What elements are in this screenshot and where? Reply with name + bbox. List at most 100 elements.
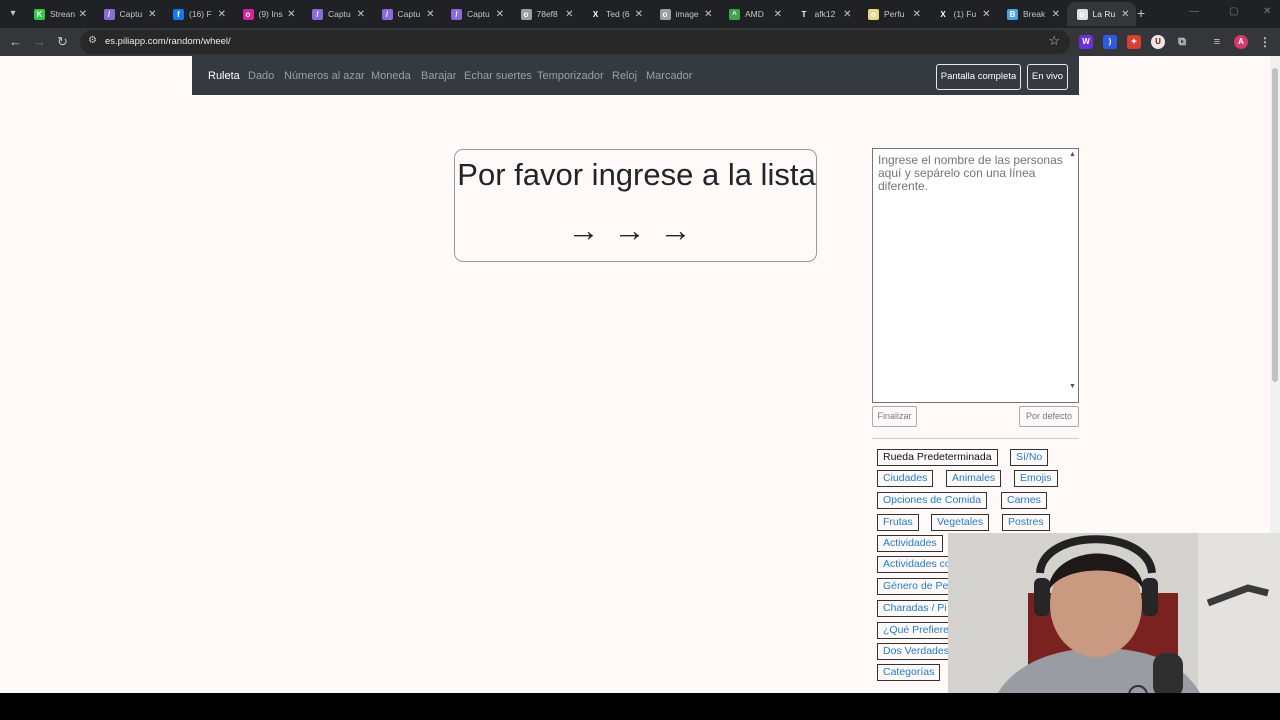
tab-favicon-icon: o <box>242 8 254 20</box>
browser-tab[interactable]: X Ted (6 ✕ <box>580 2 649 26</box>
extension-icon[interactable]: ) <box>1103 35 1117 49</box>
tab-title: Ted (6 <box>606 9 630 19</box>
taskbar <box>0 693 1280 720</box>
preset-button[interactable]: Ciudades <box>877 470 934 487</box>
nav-link-marcador[interactable]: Marcador <box>646 70 692 82</box>
nav-link-dado[interactable]: Dado <box>248 70 274 82</box>
scroll-up-icon[interactable]: ▲ <box>1069 151 1076 158</box>
maximize-icon[interactable]: ▢ <box>1229 6 1238 17</box>
browser-tab[interactable]: X (1) Fu ✕ <box>928 2 997 26</box>
preset-button[interactable]: Sí/No <box>1010 449 1049 466</box>
tab-favicon-icon: / <box>312 8 323 20</box>
browser-tab[interactable]: / Captu ✕ <box>441 2 510 26</box>
extension-icon[interactable]: W <box>1079 35 1093 49</box>
tab-close-icon[interactable]: ✕ <box>496 9 504 20</box>
tab-close-icon[interactable]: ✕ <box>565 9 573 20</box>
browser-tab[interactable]: o image ✕ <box>650 2 719 26</box>
live-button[interactable]: En vivo <box>1027 64 1068 90</box>
preset-button[interactable]: Categorías <box>877 664 941 681</box>
browser-tab[interactable]: K Strean ✕ <box>24 2 93 26</box>
reload-icon[interactable]: ↻ <box>57 34 68 50</box>
tab-search-icon[interactable]: ▾ <box>4 5 22 23</box>
minimize-icon[interactable]: — <box>1189 6 1199 17</box>
preset-button[interactable]: Postres <box>1002 514 1050 531</box>
tab-close-icon[interactable]: ✕ <box>148 9 156 20</box>
finish-button[interactable]: Finalizar <box>872 406 917 427</box>
tab-favicon-icon: o <box>868 8 879 20</box>
tab-close-icon[interactable]: ✕ <box>982 9 990 20</box>
nav-link-reloj[interactable]: Reloj <box>612 70 637 82</box>
preset-button[interactable]: Frutas <box>877 514 919 531</box>
scroll-down-icon[interactable]: ▼ <box>1069 383 1076 390</box>
forward-icon[interactable]: → <box>33 34 46 50</box>
page-scrollbar-thumb[interactable] <box>1272 68 1278 382</box>
preset-button[interactable]: Carnes <box>1001 492 1047 509</box>
tab-close-icon[interactable]: ✕ <box>1121 9 1129 20</box>
browser-tab[interactable]: / Captu ✕ <box>94 2 163 26</box>
new-tab-button[interactable]: + <box>1137 5 1145 21</box>
nav-link-moneda[interactable]: Moneda <box>371 70 411 82</box>
extensions-puzzle-icon[interactable]: ⧉ <box>1175 35 1189 49</box>
profile-avatar[interactable]: A <box>1234 35 1248 49</box>
bookmark-star-icon[interactable]: ☆ <box>1048 33 1060 49</box>
tab-close-icon[interactable]: ✕ <box>1052 9 1060 20</box>
nav-link-echar-suertes[interactable]: Echar suertes <box>464 70 532 82</box>
tab-title: Captu <box>397 9 421 19</box>
reading-list-icon[interactable]: ≡ <box>1210 35 1224 49</box>
preset-button[interactable]: Opciones de Comida <box>877 492 988 509</box>
default-button[interactable]: Por defecto <box>1019 406 1079 427</box>
preset-button[interactable]: Rueda Predeterminada <box>877 449 998 466</box>
tab-close-icon[interactable]: ✕ <box>913 9 921 20</box>
preset-button[interactable]: Emojis <box>1014 470 1058 487</box>
names-input[interactable] <box>872 148 1079 403</box>
back-icon[interactable]: ← <box>9 34 22 50</box>
nav-link-barajar[interactable]: Barajar <box>421 70 456 82</box>
browser-tab[interactable]: o 78ef8 ✕ <box>511 2 580 26</box>
url-text: es.piliapp.com/random/wheel/ <box>105 36 231 47</box>
fullscreen-button[interactable]: Pantalla completa <box>936 64 1021 90</box>
close-window-icon[interactable]: ✕ <box>1263 6 1271 17</box>
preset-button[interactable]: Actividades co <box>877 556 957 573</box>
browser-tab[interactable]: o Perfu ✕ <box>858 2 927 26</box>
webcam-person-image <box>948 533 1280 720</box>
tab-close-icon[interactable]: ✕ <box>704 9 712 20</box>
nav-link-ruleta[interactable]: Ruleta <box>208 70 240 82</box>
extension-icon[interactable]: ✦ <box>1127 35 1141 49</box>
tab-close-icon[interactable]: ✕ <box>843 9 851 20</box>
ublock-icon[interactable]: U <box>1151 35 1165 49</box>
tab-close-icon[interactable]: ✕ <box>774 9 782 20</box>
tab-title: 78ef8 <box>536 9 558 19</box>
tab-title: afk12 <box>814 9 836 19</box>
divider <box>872 438 1079 439</box>
tab-title: Strean <box>50 9 76 19</box>
preset-button[interactable]: ¿Qué Prefiere <box>877 622 955 639</box>
site-info-icon[interactable]: ⚙ <box>88 35 97 46</box>
preset-button[interactable]: Vegetales <box>931 514 990 531</box>
browser-tab[interactable]: o (9) Ins ✕ <box>233 2 302 26</box>
tab-favicon-icon: / <box>381 8 393 20</box>
browser-tab[interactable]: Tafk12 ✕ <box>789 2 858 26</box>
nav-link-numeros[interactable]: Números al azar <box>284 70 365 82</box>
tab-close-icon[interactable]: ✕ <box>79 9 87 20</box>
preset-button[interactable]: Actividades <box>877 535 943 552</box>
tab-close-icon[interactable]: ✕ <box>426 9 434 20</box>
preset-button[interactable]: Dos Verdades <box>877 643 955 660</box>
browser-tab[interactable]: / Captu ✕ <box>302 2 371 26</box>
browser-tab[interactable]: o La Ru ✕ <box>1066 2 1136 26</box>
preset-button[interactable]: Género de Pel <box>877 578 957 595</box>
address-bar[interactable]: ⚙ es.piliapp.com/random/wheel/ ☆ <box>80 30 1070 54</box>
browser-tab[interactable]: ^ AMD ✕ <box>719 2 788 26</box>
preset-button[interactable]: Animales <box>946 470 1002 487</box>
menu-kebab-icon[interactable]: ⋮ <box>1258 35 1272 49</box>
tab-close-icon[interactable]: ✕ <box>635 9 643 20</box>
browser-toolbar: ← → ↻ ⚙ es.piliapp.com/random/wheel/ ☆ W… <box>0 28 1280 56</box>
preset-button[interactable]: Charadas / Pi <box>877 600 953 617</box>
tab-close-icon[interactable]: ✕ <box>287 9 295 20</box>
tab-favicon-icon: X <box>937 8 949 20</box>
browser-tab[interactable]: f (16) F ✕ <box>163 2 232 26</box>
nav-link-temporizador[interactable]: Temporizador <box>537 70 604 82</box>
tab-close-icon[interactable]: ✕ <box>218 9 226 20</box>
tab-close-icon[interactable]: ✕ <box>357 9 365 20</box>
browser-tab[interactable]: B Break ✕ <box>997 2 1066 26</box>
browser-tab[interactable]: / Captu ✕ <box>372 2 441 26</box>
